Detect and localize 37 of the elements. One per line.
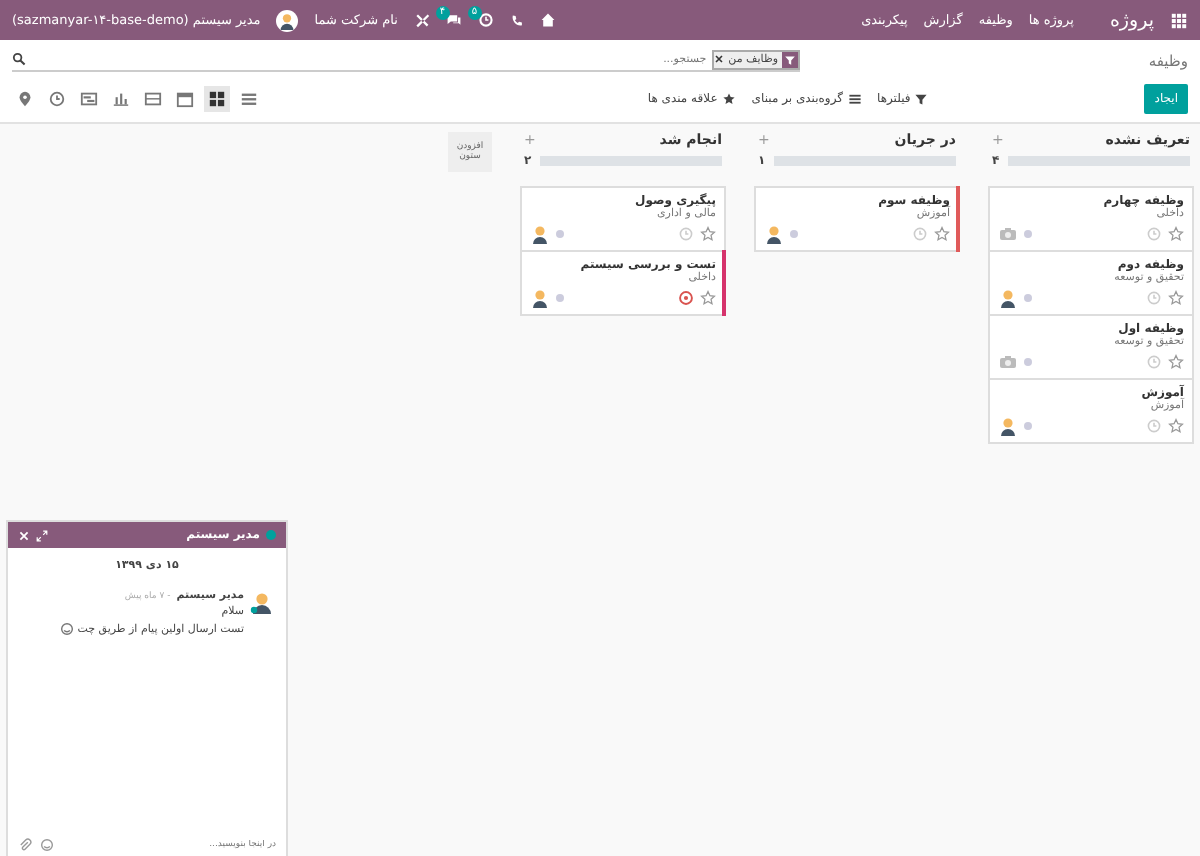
close-icon [18, 529, 30, 541]
status-dot [556, 294, 564, 302]
status-dot [1024, 422, 1032, 430]
status-dot [790, 230, 798, 238]
status-dot [1024, 358, 1032, 366]
apps-grid-icon [1170, 11, 1188, 29]
smile-icon [40, 837, 54, 851]
paperclip-icon [18, 837, 32, 851]
star-icon [721, 91, 736, 105]
kanban-icon [208, 89, 226, 107]
table-icon [144, 89, 162, 107]
home-icon [539, 12, 556, 28]
smile-icon [59, 622, 74, 636]
funnel-icon [914, 91, 929, 105]
close-icon [714, 54, 725, 64]
user-avatar [250, 590, 274, 614]
status-dot [1024, 294, 1032, 302]
chat-icon [445, 12, 462, 28]
search-icon [12, 52, 26, 66]
user-avatar [276, 9, 299, 31]
phone-icon [509, 13, 524, 27]
calendar-icon [176, 89, 194, 107]
timeline-icon [80, 89, 98, 107]
status-dot [1024, 230, 1032, 238]
tools-icon [413, 12, 430, 28]
view-switch-button[interactable] [204, 85, 230, 111]
app-name: پروژه [1109, 9, 1154, 31]
status-dot [556, 230, 564, 238]
list-icon [240, 89, 258, 107]
bar-chart-icon [112, 89, 130, 107]
list-icon [847, 91, 861, 105]
funnel-icon [784, 53, 796, 65]
online-dot [266, 530, 276, 540]
clock-icon [48, 89, 66, 107]
pin-icon [16, 89, 34, 107]
activity-clock-icon [477, 12, 494, 28]
expand-icon [36, 529, 48, 541]
